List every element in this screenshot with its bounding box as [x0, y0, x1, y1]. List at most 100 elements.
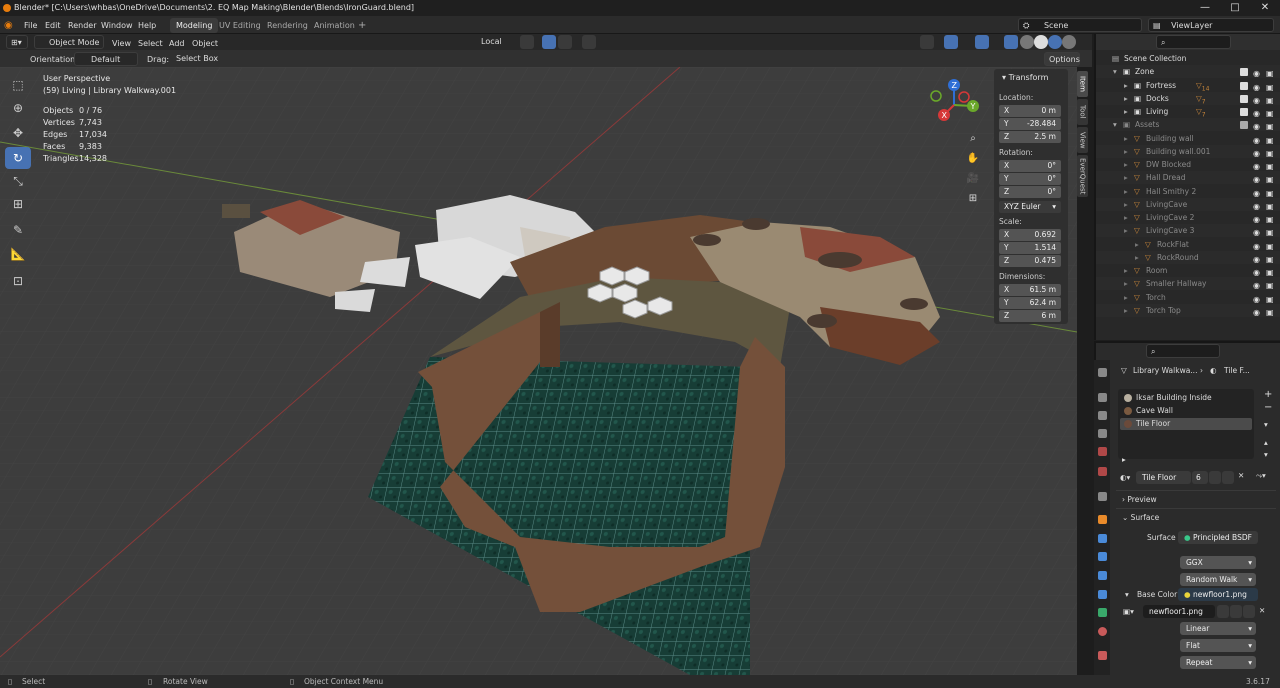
expand-arrow-icon[interactable]: ▸ — [1124, 158, 1128, 171]
exclude-checkbox[interactable] — [1240, 121, 1248, 130]
visibility-icon[interactable] — [920, 35, 934, 49]
outliner-editor-icon[interactable] — [1101, 35, 1115, 49]
outliner-row[interactable]: ▸ ▽ Room ◉ ▣ — [1096, 264, 1280, 277]
exclude-checkbox[interactable] — [1240, 94, 1248, 103]
select-box-tool-icon[interactable]: ⬚ — [5, 74, 31, 96]
gizmo-neg-y-handle[interactable] — [930, 90, 942, 102]
tab-uv-editing[interactable]: UV Editing — [213, 18, 267, 33]
wireframe-shading-icon[interactable] — [1020, 35, 1034, 49]
breadcrumb-object[interactable]: Library Walkwa... — [1133, 366, 1197, 375]
expand-arrow-icon[interactable]: ▸ — [1124, 145, 1128, 158]
world-properties-icon[interactable] — [1098, 467, 1107, 476]
mode-selector[interactable]: Object Mode — [34, 35, 104, 49]
scene-properties-icon[interactable] — [1098, 447, 1107, 456]
interpolation-dropdown[interactable]: Linear ▾ — [1180, 622, 1256, 635]
outliner-row[interactable]: ▸ ▽ LivingCave 3 ◉ ▣ — [1096, 224, 1280, 238]
solid-shading-icon[interactable] — [1034, 35, 1048, 49]
expand-arrow-icon[interactable]: ▾ — [1113, 65, 1117, 78]
viewlayer-selector[interactable]: ▤ ViewLayer — [1148, 18, 1274, 32]
render-camera-icon[interactable]: ▣ — [1266, 306, 1274, 319]
unlink-image-icon[interactable]: ✕ — [1259, 606, 1265, 615]
snap-target-icon[interactable] — [558, 35, 572, 49]
rotation-z-field[interactable]: Z 0° — [999, 186, 1061, 198]
tool-properties-icon[interactable] — [1098, 368, 1107, 377]
view-layer-properties-icon[interactable] — [1098, 429, 1107, 438]
cursor-tool-icon[interactable]: ⊕ — [5, 97, 31, 119]
projection-dropdown[interactable]: Flat ▾ — [1180, 639, 1256, 652]
material-name-field[interactable]: Tile Floor — [1136, 471, 1191, 484]
annotate-tool-icon[interactable]: ✎ — [5, 219, 31, 241]
move-tool-icon[interactable]: ✥ — [5, 122, 31, 144]
distribution-dropdown[interactable]: GGX ▾ — [1180, 556, 1256, 569]
exclude-checkbox[interactable] — [1240, 68, 1248, 77]
pan-hand-icon[interactable]: ✋ — [964, 149, 982, 167]
add-slot-button[interactable]: + — [1264, 389, 1272, 400]
exclude-checkbox[interactable] — [1240, 81, 1248, 90]
proportional-edit-icon[interactable] — [582, 35, 596, 49]
rotate-tool-icon[interactable]: ↻ — [5, 147, 31, 169]
modifier-properties-icon[interactable] — [1098, 534, 1107, 543]
menu-object[interactable]: Object — [192, 37, 218, 50]
tab-tool[interactable]: Tool — [1077, 99, 1088, 125]
exclude-checkbox[interactable] — [1240, 108, 1248, 116]
expand-arrow-icon[interactable]: ▸ — [1124, 264, 1128, 277]
move-up-icon[interactable]: ▴ — [1264, 438, 1268, 447]
material-slot[interactable]: Iksar Building Inside — [1120, 392, 1252, 404]
outliner-row[interactable]: ▤ Scene Collection — [1096, 52, 1280, 65]
scale-y-field[interactable]: Y 1.514 — [999, 242, 1061, 254]
constraints-properties-icon[interactable] — [1098, 590, 1107, 599]
menu-help[interactable]: Help — [138, 19, 156, 32]
outliner-row[interactable]: ▸ ▽ Torch ◉ ▣ — [1096, 291, 1280, 304]
rendered-shading-icon[interactable] — [1062, 35, 1076, 49]
outliner-row[interactable]: ▸ ▽ Building wall.001 ◉ ▣ — [1096, 144, 1280, 158]
render-properties-icon[interactable] — [1098, 393, 1107, 402]
dimensions-x-field[interactable]: X 61.5 m — [999, 284, 1061, 296]
outliner-row[interactable]: ▸ ▣ Docks ▽7 ◉ ▣ — [1096, 91, 1280, 105]
properties-search-input[interactable]: ⌕ — [1146, 344, 1220, 358]
expand-arrow-icon[interactable]: ▸ — [1124, 224, 1128, 237]
open-image-folder-icon[interactable] — [1243, 605, 1255, 618]
rotation-y-field[interactable]: Y 0° — [999, 173, 1061, 185]
preview-section[interactable]: › Preview — [1122, 495, 1157, 504]
scene-selector[interactable]: ⛭ Scene — [1018, 18, 1142, 32]
expand-arrow-icon[interactable]: ▾ — [1113, 118, 1117, 131]
camera-icon[interactable]: 🎥 — [964, 169, 982, 187]
add-cube-tool-icon[interactable]: ⊡ — [5, 270, 31, 292]
expand-arrow-icon[interactable]: ▸ — [1124, 79, 1128, 92]
drag-dropdown[interactable]: Select Box — [172, 52, 222, 66]
outliner-row[interactable]: ▸ ▽ Hall Dread ◉ ▣ — [1096, 171, 1280, 185]
maximize-button[interactable]: □ — [1220, 0, 1250, 16]
tab-modeling[interactable]: Modeling — [170, 18, 219, 33]
particles-properties-icon[interactable] — [1098, 552, 1107, 561]
outliner-row[interactable]: ▸ ▽ LivingCave 2 ◉ ▣ — [1096, 211, 1280, 224]
outliner-row[interactable]: ▸ ▽ DW Blocked ◉ ▣ — [1096, 158, 1280, 171]
surface-section[interactable]: ⌄ Surface — [1122, 513, 1159, 522]
move-down-icon[interactable]: ▾ — [1264, 450, 1268, 459]
image-fake-user-icon[interactable] — [1217, 605, 1229, 618]
outliner-row[interactable]: ▸ ▽ Hall Smithy 2 ◉ ▣ — [1096, 185, 1280, 198]
expand-arrow-icon[interactable]: ▸ — [1124, 291, 1128, 304]
node-link-icon[interactable]: ⤳▾ — [1256, 471, 1266, 481]
collection-properties-icon[interactable] — [1098, 492, 1107, 501]
tab-view[interactable]: View — [1077, 127, 1088, 153]
expand-arrow-icon[interactable]: ▸ — [1124, 277, 1128, 290]
expand-arrow-icon[interactable]: ▸ — [1135, 251, 1139, 264]
data-properties-icon[interactable] — [1098, 608, 1107, 617]
breadcrumb-material[interactable]: Tile F... — [1224, 366, 1250, 375]
grid-toggle-icon[interactable]: ⊞ — [964, 189, 982, 207]
tab-everquest[interactable]: EverQuest — [1077, 155, 1088, 197]
outliner-row[interactable]: ▾ ▣ Zone ◉ ▣ — [1096, 65, 1280, 79]
outliner-row[interactable]: ▸ ▽ Smaller Hallway ◉ ▣ — [1096, 277, 1280, 291]
base-color-expand-icon[interactable]: ▾ — [1125, 590, 1129, 599]
subsurface-method-dropdown[interactable]: Random Walk ▾ — [1180, 573, 1256, 586]
physics-properties-icon[interactable] — [1098, 571, 1107, 580]
visibility-eye-icon[interactable]: ◉ — [1253, 306, 1260, 319]
dimensions-z-field[interactable]: Z6 m — [999, 310, 1061, 322]
outliner-row[interactable]: ▸ ▽ RockFlat ◉ ▣ — [1096, 238, 1280, 251]
material-shading-icon[interactable] — [1048, 35, 1062, 49]
display-mode-icon[interactable] — [1126, 35, 1140, 49]
material-slot[interactable]: Cave Wall — [1120, 405, 1252, 417]
duplicate-material-icon[interactable] — [1222, 471, 1234, 484]
blender-menu-icon[interactable]: ◉ — [4, 19, 13, 32]
properties-editor-icon[interactable] — [1098, 344, 1112, 358]
